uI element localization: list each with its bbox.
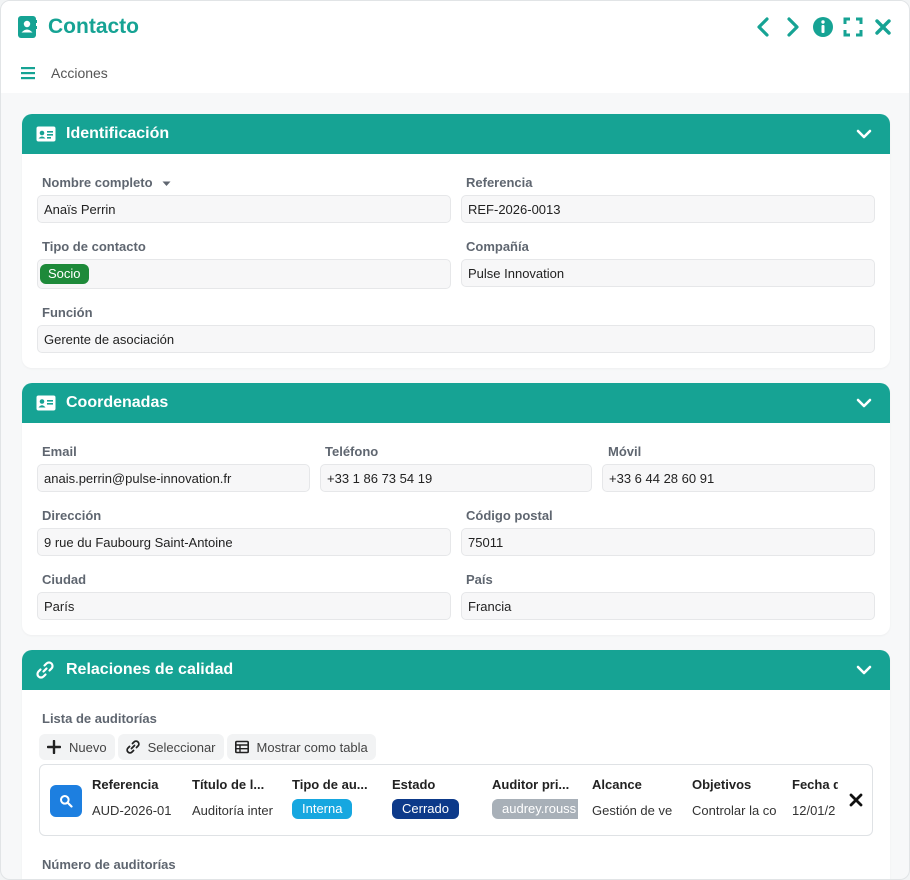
auditorias-table: Referencia Título de l... Tipo de au... … <box>39 764 873 836</box>
compania-label: Compañía <box>466 239 529 254</box>
chevron-down-icon[interactable] <box>856 395 872 411</box>
telefono-label: Teléfono <box>325 444 379 459</box>
column-header[interactable]: Título de l... <box>192 777 278 792</box>
funcion-field[interactable]: Gerente de asociación <box>37 325 875 353</box>
relaciones-title: Relaciones de calidad <box>66 661 234 678</box>
table-cell-fecha[interactable]: 12/01/2 <box>792 803 838 818</box>
title-bar: Contacto Acciones <box>1 1 909 93</box>
remove-row-icon[interactable] <box>848 792 864 808</box>
link-icon <box>125 740 140 754</box>
close-icon[interactable] <box>871 15 895 39</box>
identificacion-card: Identificación Nombre completo Anaïs Per… <box>22 114 890 368</box>
link-icon <box>36 661 58 679</box>
seleccionar-button-label: Seleccionar <box>147 739 216 755</box>
caret-down-icon[interactable] <box>162 179 171 188</box>
auditorias-toolbar: Nuevo Seleccionar Mostrar como tabla <box>39 734 376 760</box>
email-label: Email <box>42 444 77 459</box>
referencia-label: Referencia <box>466 175 533 190</box>
chevron-down-icon[interactable] <box>856 662 872 678</box>
search-icon <box>60 795 73 808</box>
coordenadas-card: Coordenadas Email anais.perrin@pulse-inn… <box>22 383 890 635</box>
auditor-chip: audrey.rouss <box>492 799 578 819</box>
direccion-label: Dirección <box>42 508 102 523</box>
mostrar-tabla-button[interactable]: Mostrar como tabla <box>226 734 376 760</box>
id-card-icon <box>36 125 58 143</box>
actions-menu[interactable]: Acciones <box>21 65 108 81</box>
direccion-field[interactable]: 9 rue du Faubourg Saint-Antoine <box>37 528 451 556</box>
address-card-icon <box>36 394 58 412</box>
movil-field[interactable]: +33 6 44 28 60 91 <box>602 464 875 492</box>
contact-book-icon <box>18 16 37 38</box>
column-header[interactable]: Objetivos <box>692 777 778 792</box>
telefono-field[interactable]: +33 1 86 73 54 19 <box>320 464 592 492</box>
codigo-postal-label: Código postal <box>466 508 553 523</box>
coordenadas-header[interactable]: Coordenadas <box>22 383 890 423</box>
relaciones-card: Relaciones de calidad Lista de auditoría… <box>22 650 890 879</box>
nombre-field[interactable]: Anaïs Perrin <box>37 195 451 223</box>
chevron-down-icon[interactable] <box>856 126 872 142</box>
identificacion-title: Identificación <box>66 125 170 142</box>
window-actions <box>751 15 895 39</box>
ciudad-field[interactable]: París <box>37 592 451 620</box>
search-button[interactable] <box>50 785 82 817</box>
chevron-right-icon[interactable] <box>781 15 805 39</box>
column-header[interactable]: Auditor pri... <box>492 777 578 792</box>
plus-icon <box>47 740 61 754</box>
socio-chip: Socio <box>40 264 89 284</box>
tipo-contacto-field[interactable]: Socio <box>37 259 451 289</box>
info-icon[interactable] <box>811 15 835 39</box>
table-cell-estado[interactable]: Cerrado <box>392 799 478 819</box>
table-cell-tipo[interactable]: Interna <box>292 799 378 819</box>
email-field[interactable]: anais.perrin@pulse-innovation.fr <box>37 464 310 492</box>
table-cell-auditor[interactable]: audrey.rouss <box>492 799 578 819</box>
chevron-left-icon[interactable] <box>751 15 775 39</box>
pais-field[interactable]: Francia <box>461 592 875 620</box>
lista-auditorias-label: Lista de auditorías <box>42 711 157 726</box>
table-cell-titulo[interactable]: Auditoría inter <box>192 803 278 818</box>
actions-menu-label: Acciones <box>51 65 108 81</box>
table-cell-objetivos[interactable]: Controlar la co <box>692 803 778 818</box>
table-icon <box>234 740 249 754</box>
column-header[interactable]: Tipo de au... <box>292 777 378 792</box>
window-title: Contacto <box>48 15 139 38</box>
hamburger-icon[interactable] <box>21 66 35 80</box>
fullscreen-icon[interactable] <box>841 15 865 39</box>
column-header[interactable]: Estado <box>392 777 478 792</box>
table-cell-alcance[interactable]: Gestión de ve <box>592 803 678 818</box>
contact-window: Contacto Acciones Identificación Nombre … <box>0 0 910 880</box>
pais-label: País <box>466 572 493 587</box>
interna-chip: Interna <box>292 799 353 819</box>
seleccionar-button[interactable]: Seleccionar <box>117 734 224 760</box>
coordenadas-title: Coordenadas <box>66 394 169 411</box>
tipo-contacto-label: Tipo de contacto <box>42 239 146 254</box>
column-header[interactable]: Alcance <box>592 777 678 792</box>
nombre-label[interactable]: Nombre completo <box>42 175 171 190</box>
mostrar-tabla-button-label: Mostrar como tabla <box>256 739 368 755</box>
nuevo-button[interactable]: Nuevo <box>39 734 115 760</box>
column-header[interactable]: Referencia <box>92 777 178 792</box>
ciudad-label: Ciudad <box>42 572 87 587</box>
relaciones-header[interactable]: Relaciones de calidad <box>22 650 890 690</box>
funcion-label: Función <box>42 305 93 320</box>
movil-label: Móvil <box>608 444 642 459</box>
compania-field[interactable]: Pulse Innovation <box>461 259 875 287</box>
numero-auditorias-label: Número de auditorías <box>42 857 176 872</box>
referencia-field[interactable]: REF-2026-0013 <box>461 195 875 223</box>
column-header[interactable]: Fecha d <box>792 777 838 792</box>
nuevo-button-label: Nuevo <box>69 739 107 755</box>
codigo-postal-field[interactable]: 75011 <box>461 528 875 556</box>
table-cell-referencia[interactable]: AUD-2026-01 <box>92 803 178 818</box>
identificacion-header[interactable]: Identificación <box>22 114 890 154</box>
cerrado-chip: Cerrado <box>392 799 459 819</box>
